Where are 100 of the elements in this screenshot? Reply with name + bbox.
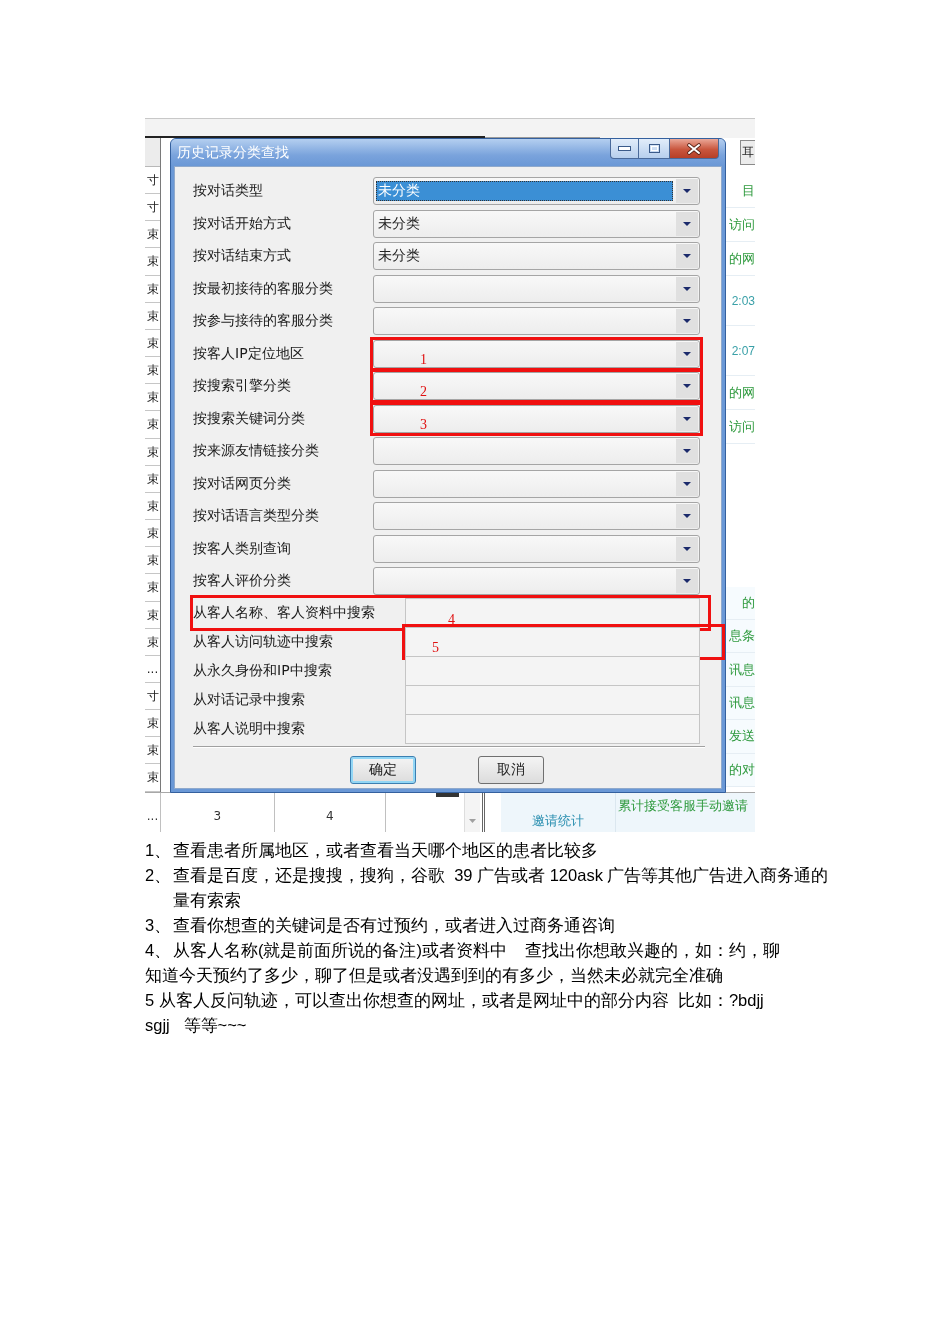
cell-text: ...: [146, 661, 159, 676]
caret-icon: [676, 471, 698, 496]
dropdown-label: 按对话开始方式: [193, 214, 292, 233]
dropdown[interactable]: [373, 437, 700, 465]
annotation-number: 5: [432, 640, 439, 655]
dropdown[interactable]: [373, 307, 700, 335]
cell-text: ...: [146, 808, 159, 823]
scrollbar[interactable]: [464, 793, 480, 832]
maximize-icon: [648, 144, 660, 153]
dropdown[interactable]: [373, 534, 700, 563]
search-field[interactable]: [405, 656, 700, 686]
close-icon: [687, 142, 701, 155]
dropdown-label: 按参与接待的客服分类: [193, 312, 334, 330]
caret-icon: [676, 536, 698, 561]
cell-text: 的: [742, 593, 755, 612]
dropdown-label: 按搜索引擎分类: [193, 377, 292, 395]
close-button[interactable]: [670, 139, 719, 159]
header-cell: [145, 138, 160, 167]
minimize-button[interactable]: [610, 139, 639, 159]
caret-icon: [676, 439, 698, 463]
note-text: 查看是百度，还是搜搜，搜狗，谷歌 39 广告或者 120ask 广告等其他广告进入商务通的 量有索索: [173, 865, 829, 911]
caret-icon: [676, 179, 698, 203]
cell-text: 束: [146, 553, 159, 568]
cell-text: 的网: [729, 383, 755, 402]
cell-text: 束: [146, 634, 159, 649]
note-text: 查看患者所属地区，或者查看当天哪个地区的患者比较多: [173, 840, 598, 861]
cell-text: 目: [742, 181, 755, 200]
cell-text: 束: [146, 471, 159, 486]
dialog-title: 历史记录分类查找: [176, 143, 290, 162]
cell-text: 束: [146, 743, 159, 758]
dialog-button[interactable]: 取消: [477, 756, 544, 784]
cell-text: 束: [146, 716, 159, 731]
dropdown-label: 按客人评价分类: [193, 572, 292, 590]
cell-text: 束: [146, 607, 159, 622]
cell-text: 的网: [729, 249, 755, 268]
dropdown[interactable]: [373, 469, 700, 498]
field-label: 从客人说明中搜索: [193, 720, 306, 738]
dropdown[interactable]: [373, 567, 700, 595]
cell-text: 访问: [729, 417, 755, 436]
dropdown-label: 按对话类型: [193, 182, 264, 200]
search-field[interactable]: [405, 627, 700, 657]
cell-text: 寸: [146, 173, 159, 187]
toolbar-button[interactable]: 耳: [740, 140, 755, 165]
dropdown-label: 按搜索关键词分类: [193, 409, 306, 428]
note-text: 知道今天预约了多少，聊了但是或者没遇到到的有多少，当然未必就完全准确: [145, 965, 723, 986]
annotation-number: 3: [420, 416, 427, 432]
note-text: 5 从客人反问轨迹，可以查出你想查的网址，或者是网址中的部分内容 比如：?bdjj sgjj 等等~~~: [145, 990, 764, 1036]
list-number: 4、: [145, 940, 173, 961]
note-text: 查看你想查的关键词是否有过预约，或者进入过商务通咨询: [173, 915, 615, 936]
caret-icon: [676, 374, 698, 398]
cell-text: 束: [146, 390, 159, 405]
dropdown-label: 按最初接待的客服分类: [193, 279, 334, 298]
cell-text: 2:03: [731, 293, 755, 308]
down-arrow-icon: [469, 819, 476, 823]
cell-text: 发送: [729, 727, 755, 746]
maximize-button[interactable]: [639, 139, 670, 159]
dialog-button[interactable]: 确定: [349, 756, 416, 784]
list-number: 2、: [145, 865, 173, 886]
cell-text: 束: [146, 227, 159, 242]
cell-text: 束: [146, 580, 159, 595]
cell-text: 束: [146, 770, 159, 785]
caret-icon: [676, 341, 698, 366]
dropdown[interactable]: [373, 502, 700, 530]
cell-text: 束: [146, 308, 159, 323]
cell-text: 的对: [729, 760, 755, 779]
cell-text: 3: [213, 808, 222, 823]
caret-icon: [676, 406, 698, 431]
caret-icon: [676, 244, 698, 268]
cell-text: 讯息: [729, 694, 755, 712]
cell-text: 累计接受客服手动邀请: [617, 798, 748, 813]
annotation-number: 4: [448, 612, 455, 627]
dropdown-label: 按客人类别查询: [193, 539, 292, 558]
cell-text: 束: [146, 281, 159, 296]
caret-icon: [676, 309, 698, 333]
cell-text: 束: [146, 526, 159, 541]
list-number: 1、: [145, 840, 173, 861]
dropdown[interactable]: 未分类: [373, 242, 700, 270]
field-label: 从对话记录中搜索: [193, 691, 306, 709]
annotation-number: 1: [420, 351, 427, 367]
field-label: 从客人名称、客人资料中搜索: [193, 604, 376, 622]
dropdown-label: 按对话语言类型分类: [193, 507, 320, 525]
dropdown[interactable]: 未分类: [373, 209, 700, 238]
annotation-number: 2: [420, 384, 427, 399]
cell-text: 邀请统计: [531, 812, 584, 830]
caret-icon: [676, 569, 698, 593]
dropdown[interactable]: [373, 274, 700, 303]
dropdown-label: 按对话结束方式: [193, 247, 292, 265]
cell-text: 息条: [729, 627, 755, 646]
field-label: 从客人访问轨迹中搜索: [193, 633, 334, 651]
dropdown-label: 按对话网页分类: [193, 474, 292, 493]
caret-icon: [676, 211, 698, 236]
cell-text: 寸: [146, 688, 159, 703]
cell-text: 束: [146, 254, 159, 269]
cell-text: 寸: [146, 200, 159, 215]
dropdown-label: 按来源友情链接分类: [193, 442, 320, 460]
note-text: 从客人名称(就是前面所说的备注)或者资料中 查找出你想敢兴趣的，如：约，聊: [173, 940, 781, 961]
field-label: 从永久身份和IP中搜索: [193, 662, 333, 680]
search-field[interactable]: [405, 685, 700, 715]
caret-icon: [676, 504, 698, 528]
search-field[interactable]: [405, 714, 700, 744]
